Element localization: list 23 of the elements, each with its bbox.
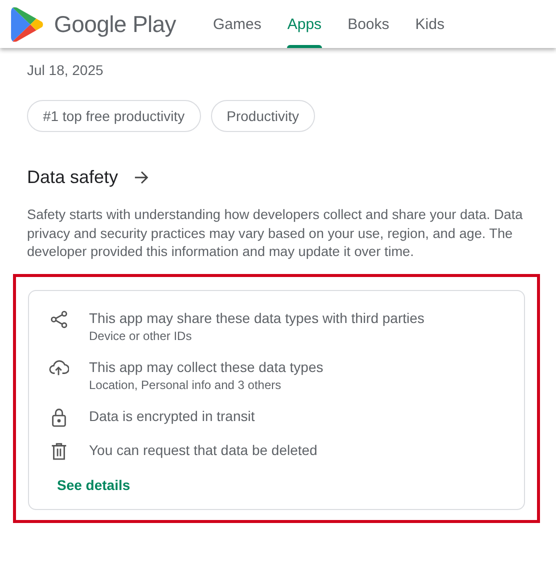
nav-tab[interactable]: Apps xyxy=(287,0,322,48)
updated-date: Jul 18, 2025 xyxy=(27,62,104,78)
safety-item-text: This app may share these data types with third parties xyxy=(89,308,424,328)
arrow-right-icon[interactable] xyxy=(134,170,150,185)
nav-tab[interactable]: Games xyxy=(213,0,262,48)
trash-icon xyxy=(49,440,69,460)
brand-name: Google Play xyxy=(54,10,176,38)
safety-item-detail: Location, Personal info and 3 others xyxy=(89,376,282,392)
safety-item-text: You can request that data be deleted xyxy=(89,440,318,460)
safety-item-text: Data is encrypted in transit xyxy=(89,406,255,426)
safety-item-text: This app may collect these data types xyxy=(89,358,324,376)
cloud-upload-icon xyxy=(49,358,69,378)
section-title: Data safety xyxy=(27,167,118,188)
lock-icon xyxy=(49,406,69,426)
see-details-link[interactable]: See details xyxy=(57,476,130,492)
play-logo-icon[interactable] xyxy=(10,6,44,42)
category-chip[interactable]: Productivity xyxy=(210,100,315,132)
share-icon xyxy=(49,308,69,328)
nav-tab[interactable]: Books xyxy=(348,0,390,48)
safety-item-detail: Device or other IDs xyxy=(89,328,193,344)
section-description: Safety starts with understanding how developers collect and share your data. Data privacy and security practices may vary based on your use, region, and age. The developer provided this information and may update it over time. xyxy=(27,206,524,261)
category-chip[interactable]: #1 top free productivity xyxy=(27,100,201,132)
nav-tab[interactable]: Kids xyxy=(415,0,444,48)
